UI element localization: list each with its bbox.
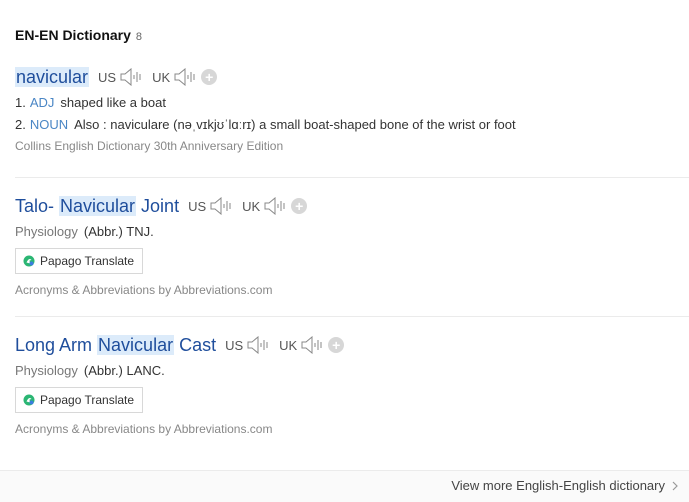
speaker-icon[interactable]	[119, 68, 143, 86]
definition-text: shaped like a boat	[60, 95, 166, 110]
field-label: Physiology	[15, 224, 78, 239]
dictionary-entry: Talo- Navicular Joint US UK + Physiology…	[15, 193, 689, 297]
pronunciation-us[interactable]: US	[188, 197, 233, 215]
field-label: Physiology	[15, 363, 78, 378]
word-highlight: Navicular	[97, 334, 175, 355]
papago-translate-button[interactable]: Papago Translate	[15, 248, 144, 274]
speaker-icon[interactable]	[300, 336, 324, 354]
dictionary-entry: Long Arm Navicular Cast US UK + Physiolo…	[15, 332, 689, 436]
pronunciation-us[interactable]: US	[98, 68, 143, 86]
divider	[15, 177, 689, 178]
plus-icon: +	[295, 198, 304, 214]
source-label: Collins English Dictionary 30th Annivers…	[15, 139, 284, 153]
entry-word-link[interactable]: Long Arm Navicular Cast	[15, 334, 216, 356]
add-to-wordbook-button[interactable]: +	[201, 69, 218, 85]
definition-item: 1. ADJ shaped like a boat	[15, 92, 689, 114]
papago-logo-icon	[23, 255, 35, 267]
speaker-icon[interactable]	[263, 197, 287, 215]
abbreviation-text: (Abbr.) TNJ.	[83, 224, 154, 239]
source-label: Acronyms & Abbreviations by Abbreviation…	[15, 283, 273, 297]
pronunciation-uk[interactable]: UK	[152, 68, 197, 86]
view-more-link[interactable]: View more English-English dictionary	[451, 478, 679, 493]
result-count: 8	[135, 31, 143, 43]
speaker-icon[interactable]	[209, 197, 233, 215]
word-highlight: navicular	[15, 66, 90, 87]
definition-item: 2. NOUN Also : naviculare (nəˌvɪkjʊˈlɑːr…	[15, 114, 689, 136]
abbreviation-text: (Abbr.) LANC.	[83, 363, 165, 378]
dictionary-entry: navicular US UK + 1. ADJ shaped like a b…	[15, 64, 689, 153]
speaker-icon[interactable]	[173, 68, 197, 86]
add-to-wordbook-button[interactable]: +	[291, 198, 308, 214]
speaker-icon[interactable]	[246, 336, 270, 354]
entry-word-link[interactable]: navicular	[15, 66, 90, 88]
entry-word-link[interactable]: Talo- Navicular Joint	[15, 195, 179, 217]
definition-text: Also : naviculare (nəˌvɪkjʊˈlɑːrɪ) a sma…	[74, 117, 516, 132]
plus-icon: +	[332, 337, 341, 353]
dictionary-header: EN-EN Dictionary 8	[15, 27, 142, 47]
source-label: Acronyms & Abbreviations by Abbreviation…	[15, 422, 273, 436]
chevron-right-icon	[672, 481, 678, 490]
abbreviation-row: Physiology (Abbr.) LANC.	[15, 363, 689, 378]
abbreviation-row: Physiology (Abbr.) TNJ.	[15, 224, 689, 239]
part-of-speech: ADJ	[29, 95, 55, 110]
papago-translate-button[interactable]: Papago Translate	[15, 387, 144, 413]
add-to-wordbook-button[interactable]: +	[328, 337, 345, 353]
pronunciation-uk[interactable]: UK	[242, 197, 287, 215]
word-highlight: Navicular	[59, 195, 137, 216]
pronunciation-uk[interactable]: UK	[279, 336, 324, 354]
divider	[15, 316, 689, 317]
papago-logo-icon	[23, 394, 35, 406]
part-of-speech: NOUN	[29, 117, 69, 132]
footer-bar: View more English-English dictionary	[0, 470, 689, 502]
plus-icon: +	[205, 69, 214, 85]
pronunciation-us[interactable]: US	[225, 336, 270, 354]
dictionary-title: EN-EN Dictionary	[15, 27, 131, 43]
